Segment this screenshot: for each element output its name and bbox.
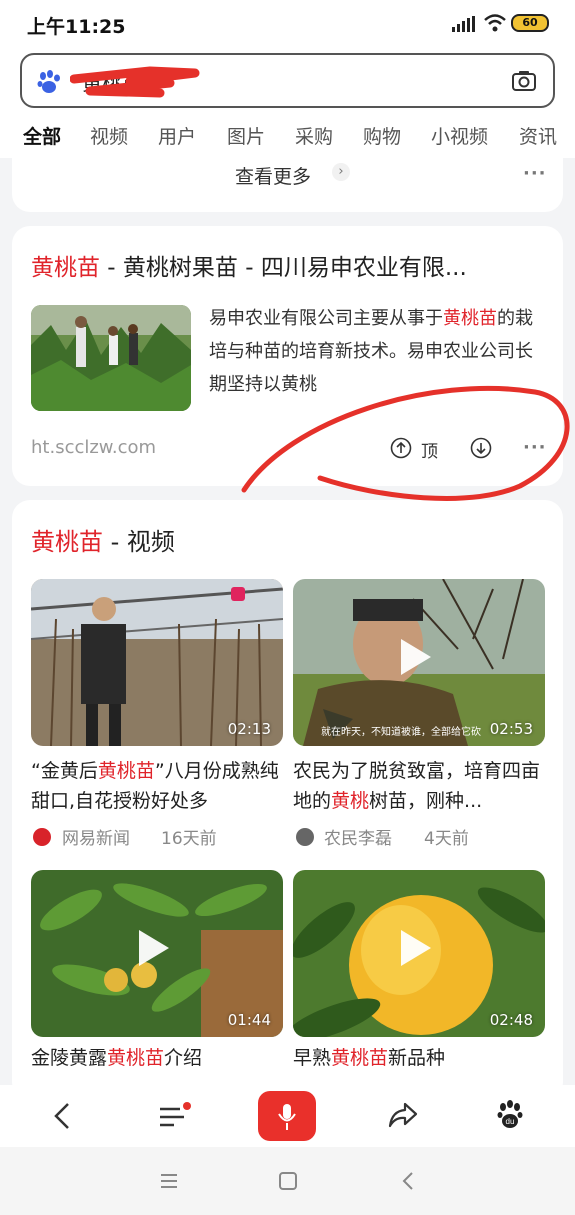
- back-icon[interactable]: [52, 1102, 74, 1130]
- bottom-navigation: du: [0, 1085, 575, 1147]
- annotation-circle: [241, 385, 570, 501]
- baidu-paw-icon[interactable]: du: [496, 1099, 524, 1129]
- share-icon[interactable]: [388, 1101, 418, 1129]
- recents-menu-icon[interactable]: [160, 1173, 178, 1189]
- menu-icon[interactable]: [158, 1101, 194, 1131]
- microphone-icon: [278, 1104, 296, 1130]
- home-icon[interactable]: [278, 1171, 298, 1191]
- back-icon[interactable]: [400, 1171, 416, 1191]
- svg-text:du: du: [506, 1117, 515, 1126]
- system-navigation: [0, 1147, 575, 1215]
- voice-search-button[interactable]: [258, 1091, 316, 1141]
